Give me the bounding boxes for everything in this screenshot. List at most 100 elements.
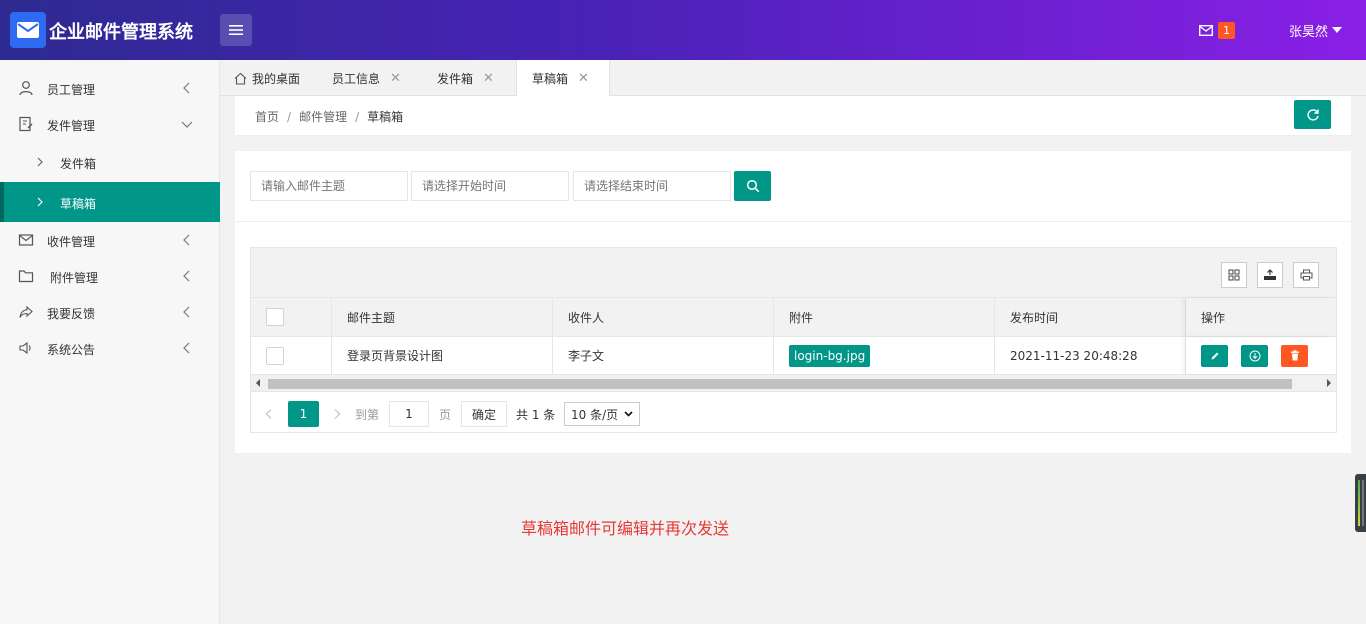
tab-employee-info[interactable]: 员工信息 ✕ [332,60,401,96]
scrollbar-thumb[interactable] [268,379,1292,389]
goto-page-input[interactable]: 1 [389,401,429,427]
home-icon [234,72,247,85]
chevron-left-icon [183,234,190,246]
user-menu[interactable]: 张昊然 [1289,21,1328,40]
close-icon[interactable]: ✕ [578,71,589,86]
goto-label: 到第 [355,407,380,422]
attachment-tag[interactable]: login-bg.jpg [789,344,871,367]
cell-recipient: 李子文 [553,337,774,374]
start-time-input[interactable] [411,171,569,201]
edit-doc-icon [19,116,33,132]
sidebar-item-attachment-manage[interactable]: 附件管理 [0,258,220,294]
sidebar-item-outbox[interactable]: 发件箱 [0,144,220,180]
sidebar-item-drafts[interactable]: 草稿箱 [0,182,220,222]
edit-button[interactable] [1201,344,1228,367]
prev-page-icon[interactable] [265,401,273,427]
tab-label: 草稿箱 [532,72,569,86]
tab-label: 员工信息 [332,71,381,86]
sidebar-item-inbox-manage[interactable]: 收件管理 [0,222,220,258]
share-icon [19,305,33,318]
caret-down-icon[interactable] [1332,27,1342,33]
chevron-left-icon [183,82,190,94]
column-attachment: 附件 [774,298,995,336]
breadcrumb-mail-manage[interactable]: 邮件管理 [299,110,347,124]
sidebar-item-employee[interactable]: 员工管理 [0,70,220,106]
end-time-input[interactable] [573,171,731,201]
close-icon[interactable]: ✕ [390,71,401,86]
tab-drafts[interactable]: 草稿箱 ✕ [516,60,610,97]
column-actions: 操作 [1186,298,1336,336]
mail-logo-icon [10,12,46,48]
breadcrumb: 首页 / 邮件管理 / 草稿箱 [255,108,403,125]
page-size-value: 10 条/页 [571,407,619,422]
drafts-hint-text: 草稿箱邮件可编辑并再次发送 [521,519,730,538]
tab-outbox[interactable]: 发件箱 ✕ [437,60,494,96]
breadcrumb-home[interactable]: 首页 [255,110,279,124]
page-size-select[interactable]: 10 条/页 [564,402,641,426]
envelope-icon [1199,25,1213,36]
hamburger-icon [229,25,243,35]
column-time: 发布时间 [995,298,1186,336]
grid-icon [1228,269,1240,281]
page-1-button[interactable]: 1 [288,401,319,427]
search-button[interactable] [734,171,771,201]
scroll-right-arrow-icon[interactable] [1327,379,1331,387]
chevron-right-icon [37,157,43,167]
sidebar-item-send-manage[interactable]: 发件管理 [0,106,220,142]
breadcrumb-separator: / [355,110,360,124]
export-button[interactable] [1257,262,1283,288]
chevron-left-icon [183,270,190,282]
sidebar-item-label: 系统公告 [47,343,96,357]
subject-search-input[interactable] [250,171,408,201]
column-subject: 邮件主题 [332,298,553,336]
total-count-label: 共 1 条 [516,407,556,422]
pagination: 1 到第 1 页 确定 共 1 条 10 条/页 [251,393,1336,433]
print-button[interactable] [1293,262,1319,288]
columns-filter-button[interactable] [1221,262,1247,288]
close-icon[interactable]: ✕ [483,71,494,86]
sidebar-item-label: 附件管理 [50,271,99,285]
chevron-left-icon [183,342,190,354]
mail-count-badge: 1 [1218,22,1235,39]
app-title: 企业邮件管理系统 [49,22,193,43]
floating-side-widget[interactable] [1355,474,1366,532]
cell-attachment: login-bg.jpg [774,337,995,374]
breadcrumb-separator: / [287,110,292,124]
next-page-icon[interactable] [333,401,341,427]
goto-confirm-button[interactable]: 确定 [461,401,508,427]
row-checkbox-cell [251,337,332,374]
delete-button[interactable] [1281,344,1308,367]
row-checkbox[interactable] [266,346,284,365]
sidebar: 员工管理 发件管理 发件箱 草稿箱 收件管理 附件管理 我要反馈 系统公告 [0,60,220,624]
select-all-checkbox[interactable] [266,308,284,326]
chevron-right-icon [37,197,43,207]
speaker-icon [19,341,31,355]
tab-label: 发件箱 [437,71,474,86]
trash-icon [1290,350,1299,361]
table-row: 登录页背景设计图 李子文 login-bg.jpg 2021-11-23 20:… [251,337,1336,375]
download-button[interactable] [1241,344,1268,367]
refresh-button[interactable] [1294,100,1331,129]
menu-toggle-button[interactable] [220,14,252,46]
folder-icon [18,270,34,283]
chevron-down-icon [181,121,193,128]
sidebar-item-label: 我要反馈 [47,307,96,321]
chevron-down-icon [624,411,633,417]
download-circle-icon [1249,350,1260,361]
sidebar-item-announcement[interactable]: 系统公告 [0,330,220,366]
sidebar-item-feedback[interactable]: 我要反馈 [0,294,220,330]
user-icon [19,81,33,96]
sidebar-item-label: 员工管理 [47,83,96,97]
horizontal-scrollbar[interactable] [251,375,1336,392]
sidebar-item-label: 草稿箱 [60,197,97,211]
scroll-left-arrow-icon[interactable] [256,379,260,387]
refresh-icon [1306,108,1319,121]
envelope-icon [18,234,34,246]
cell-time: 2021-11-23 20:48:28 [995,337,1186,374]
tab-my-desktop[interactable]: 我的桌面 [234,60,300,96]
divider [235,221,1351,222]
cell-actions [1186,337,1336,374]
notification-mail-button[interactable]: 1 [1199,22,1235,39]
tab-bar: 我的桌面 员工信息 ✕ 发件箱 ✕ 草稿箱 ✕ [220,60,1366,97]
cell-subject: 登录页背景设计图 [332,337,553,374]
